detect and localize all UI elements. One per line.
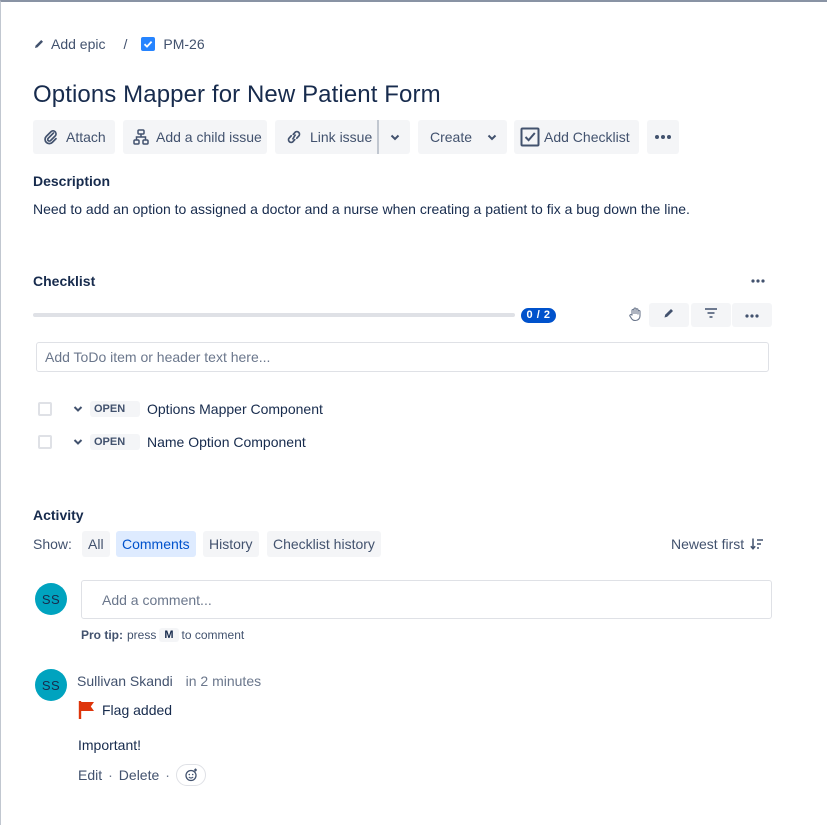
add-epic-link[interactable]: Add epic bbox=[33, 36, 105, 52]
hierarchy-icon bbox=[133, 129, 149, 145]
comment-placeholder: Add a comment... bbox=[102, 591, 212, 608]
status-lozenge[interactable]: OPEN bbox=[90, 401, 140, 417]
add-child-label: Add a child issue bbox=[156, 129, 262, 145]
pro-tip-label: Pro tip: bbox=[81, 628, 123, 642]
checklist-item-text[interactable]: Name Option Component bbox=[147, 434, 306, 450]
sort-descending-icon bbox=[750, 537, 764, 551]
sort-order-button[interactable]: Newest first bbox=[671, 536, 764, 552]
checklist-progress-bar bbox=[33, 313, 515, 317]
more-actions-button[interactable] bbox=[647, 120, 679, 154]
status-lozenge[interactable]: OPEN bbox=[90, 434, 140, 450]
delete-comment-button[interactable]: Delete bbox=[119, 767, 159, 783]
checklist-options-button[interactable] bbox=[732, 303, 772, 327]
description-text[interactable]: Need to add an option to assigned a doct… bbox=[33, 201, 690, 217]
checklist-item-checkbox[interactable] bbox=[38, 435, 52, 449]
comment-author-avatar[interactable]: SS bbox=[35, 669, 67, 701]
pro-tip: Pro tip: press M to comment bbox=[81, 628, 244, 642]
flag-added-text: Flag added bbox=[102, 702, 173, 718]
create-button[interactable]: Create bbox=[418, 120, 507, 154]
hand-icon bbox=[629, 307, 643, 326]
current-user-avatar[interactable]: SS bbox=[35, 583, 67, 615]
add-epic-label: Add epic bbox=[51, 36, 106, 52]
checklist-item-input[interactable]: Add ToDo item or header text here... bbox=[36, 342, 769, 372]
filter-icon bbox=[704, 306, 718, 324]
more-horizontal-icon bbox=[744, 306, 760, 324]
link-icon bbox=[285, 129, 303, 145]
chevron-down-icon bbox=[486, 131, 498, 143]
action-separator: · bbox=[165, 767, 170, 783]
add-checklist-button[interactable]: Add Checklist bbox=[514, 120, 639, 154]
issue-title[interactable]: Options Mapper for New Patient Form bbox=[33, 81, 441, 109]
checklist-item: OPEN Options Mapper Component bbox=[38, 401, 323, 417]
checklist-heading: Checklist bbox=[33, 273, 96, 289]
filter-history-button[interactable]: History bbox=[203, 531, 259, 557]
pencil-icon bbox=[663, 306, 675, 324]
checklist-item-text[interactable]: Options Mapper Component bbox=[147, 401, 323, 417]
attach-label: Attach bbox=[66, 129, 106, 145]
attach-button[interactable]: Attach bbox=[33, 120, 115, 154]
issue-key: PM-26 bbox=[163, 36, 205, 52]
checklist-icon bbox=[520, 127, 540, 147]
drag-hand-button[interactable] bbox=[629, 306, 643, 327]
comment-header: Sullivan Skandi in 2 minutes bbox=[77, 673, 261, 689]
sort-label: Newest first bbox=[671, 536, 745, 552]
add-checklist-label: Add Checklist bbox=[544, 129, 630, 145]
chevron-down-icon bbox=[389, 131, 401, 143]
link-issue-dropdown-button[interactable] bbox=[379, 120, 410, 154]
filter-checklist-button[interactable] bbox=[691, 303, 731, 327]
edit-comment-button[interactable]: Edit bbox=[78, 767, 102, 783]
add-child-issue-button[interactable]: Add a child issue bbox=[123, 120, 267, 154]
flag-notice: Flag added bbox=[78, 700, 172, 720]
description-heading: Description bbox=[33, 173, 111, 189]
filter-comments-button[interactable]: Comments bbox=[116, 531, 196, 557]
breadcrumb: Add epic / PM-26 bbox=[33, 36, 205, 52]
create-label: Create bbox=[430, 129, 473, 145]
pro-tip-suffix: to comment bbox=[181, 628, 245, 642]
comment-body: Important! bbox=[78, 737, 142, 753]
shortcut-key: M bbox=[159, 628, 179, 642]
comment-input[interactable]: Add a comment... bbox=[81, 580, 772, 619]
checklist-item-checkbox[interactable] bbox=[38, 402, 52, 416]
checklist-input-placeholder: Add ToDo item or header text here... bbox=[45, 349, 271, 365]
task-checkbox-icon bbox=[141, 37, 156, 51]
checklist-progress-badge: 0 / 2 bbox=[521, 308, 556, 323]
paperclip-icon bbox=[43, 129, 59, 145]
show-label: Show: bbox=[33, 536, 72, 552]
action-separator: · bbox=[108, 767, 113, 783]
more-horizontal-icon bbox=[654, 134, 672, 140]
edit-checklist-button[interactable] bbox=[649, 303, 689, 327]
link-issue-label: Link issue bbox=[310, 129, 373, 145]
chevron-down-icon[interactable] bbox=[72, 436, 84, 448]
comment-author[interactable]: Sullivan Skandi bbox=[77, 673, 173, 689]
more-horizontal-icon bbox=[750, 275, 766, 292]
add-reaction-button[interactable] bbox=[175, 764, 206, 786]
issue-key-link[interactable]: PM-26 bbox=[141, 36, 205, 52]
chevron-down-icon[interactable] bbox=[72, 403, 84, 415]
comment-actions: Edit · Delete · bbox=[78, 764, 206, 786]
checklist-more-button[interactable] bbox=[750, 274, 766, 293]
link-issue-button[interactable]: Link issue bbox=[275, 120, 377, 154]
breadcrumb-separator: / bbox=[123, 36, 128, 52]
issue-view: Add epic / PM-26 Options Mapper for New … bbox=[0, 0, 827, 825]
comment-time[interactable]: in 2 minutes bbox=[186, 673, 261, 689]
filter-all-button[interactable]: All bbox=[82, 531, 110, 557]
emoji-add-icon bbox=[184, 768, 198, 782]
filter-checklist-history-button[interactable]: Checklist history bbox=[267, 531, 381, 557]
pencil-icon bbox=[33, 38, 45, 50]
pro-tip-press: press bbox=[127, 628, 157, 642]
checklist-item: OPEN Name Option Component bbox=[38, 434, 306, 450]
activity-heading: Activity bbox=[33, 507, 84, 523]
flag-icon bbox=[78, 700, 96, 720]
